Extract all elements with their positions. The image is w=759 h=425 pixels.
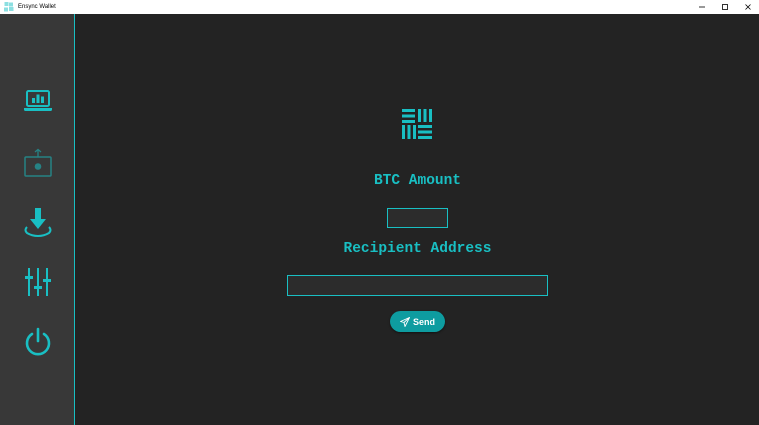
send-button[interactable]: Send xyxy=(390,311,445,332)
send-panel: BTC Amount Recipient Address Send xyxy=(76,14,759,425)
window-title: Ensync Wallet xyxy=(18,4,56,10)
paper-plane-icon xyxy=(400,316,410,327)
maximize-button[interactable] xyxy=(713,0,736,14)
power-icon xyxy=(25,327,50,355)
sidebar-item-power[interactable] xyxy=(19,323,56,360)
sliders-icon xyxy=(24,267,51,296)
close-button[interactable] xyxy=(736,0,759,14)
window-controls xyxy=(690,0,759,14)
recipient-address-label: Recipient Address xyxy=(343,241,492,257)
minimize-button[interactable] xyxy=(690,0,713,14)
recipient-address-input[interactable] xyxy=(287,275,548,296)
sidebar-item-download[interactable] xyxy=(19,202,56,239)
title-bar: Ensync Wallet xyxy=(0,0,759,14)
sidebar-item-dashboard[interactable] xyxy=(19,82,56,119)
btc-amount-label: BTC Amount xyxy=(373,173,461,189)
ensync-logo-icon xyxy=(402,109,432,139)
sidebar-item-receive[interactable] xyxy=(19,144,56,181)
download-icon xyxy=(24,207,51,237)
minimize-icon xyxy=(698,6,705,8)
sidebar xyxy=(0,14,75,425)
maximize-icon xyxy=(721,4,728,10)
close-icon xyxy=(744,4,751,10)
sidebar-item-settings[interactable] xyxy=(19,263,56,300)
send-button-label: Send xyxy=(412,316,435,327)
btc-amount-input[interactable] xyxy=(387,208,448,228)
laptop-chart-icon xyxy=(23,89,52,111)
safe-icon xyxy=(23,148,52,177)
ensync-logo-icon xyxy=(4,2,14,12)
